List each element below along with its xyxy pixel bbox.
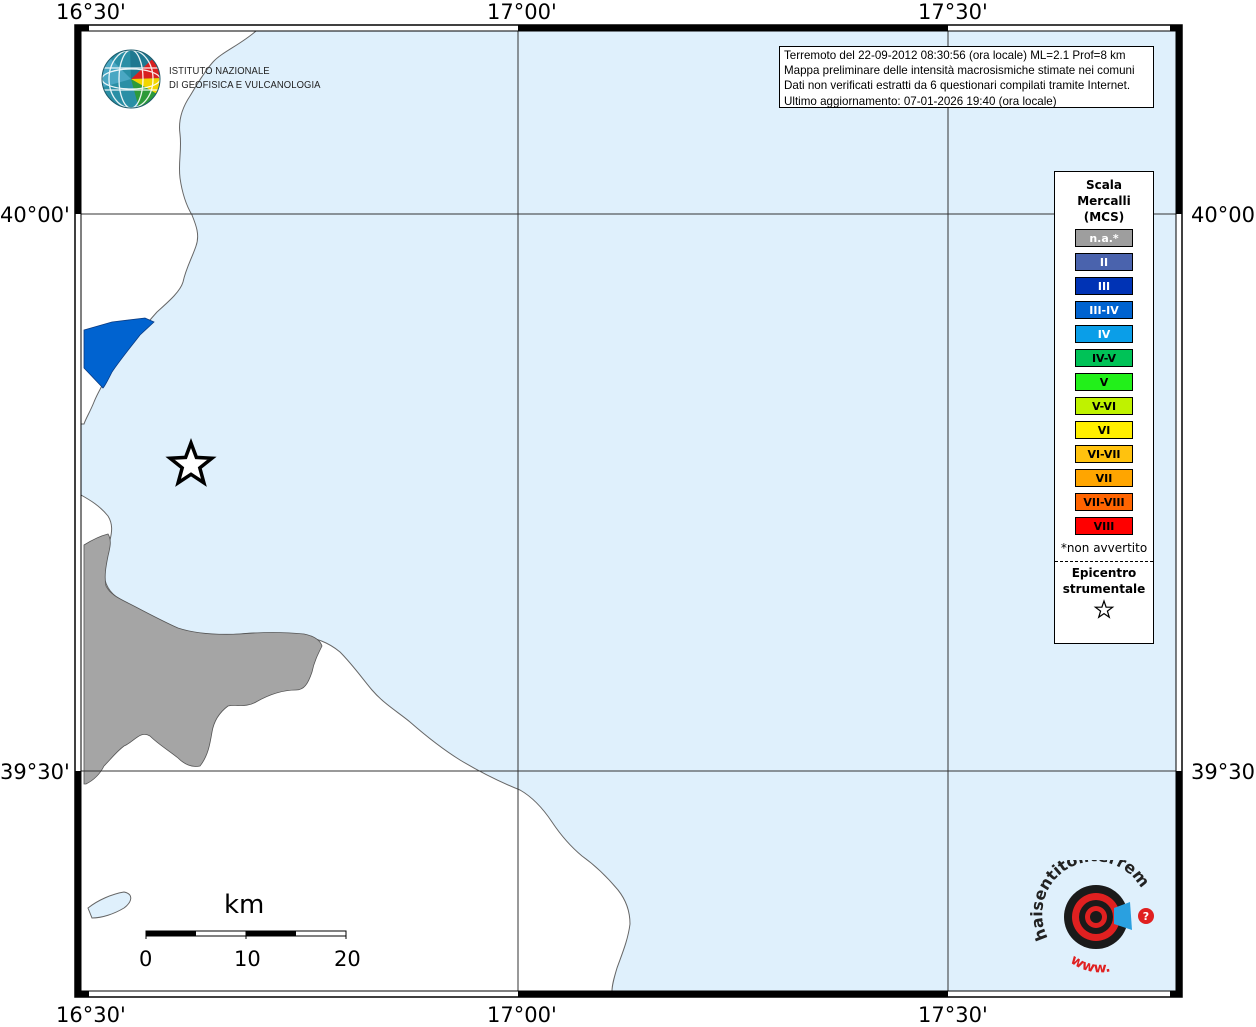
legend-epicenter-label: Epicentro strumentale	[1062, 566, 1146, 596]
coord-left-2: 39°30'	[0, 760, 70, 784]
legend-item-vi: VI	[1075, 421, 1133, 439]
legend-separator	[1055, 561, 1153, 562]
ingv-globe-logo	[101, 49, 161, 109]
legend-item-iv-v: IV-V	[1075, 349, 1133, 367]
event-info-box: Terremoto del 22-09-2012 08:30:56 (ora l…	[779, 46, 1154, 108]
legend-title: Scala Mercalli (MCS)	[1077, 178, 1131, 224]
coord-top-2: 17°00'	[487, 0, 557, 24]
legend-items: n.a.* II III III-IV IV IV-V V V-VI VI VI-VII VII VI…	[1055, 229, 1153, 535]
legend-note: *non avvertito	[1060, 541, 1148, 555]
scale-tick-0: 0	[139, 947, 153, 971]
coord-left-1: 40°00'	[0, 203, 70, 227]
scale-bar-graphic	[145, 930, 347, 939]
coord-bottom-1: 16°30'	[56, 1003, 126, 1027]
hai-sentito-logo: ? haisentitoilterremoto.it www.	[1030, 860, 1154, 977]
scale-tick-10: 10	[234, 947, 261, 971]
legend-item-iii: III	[1075, 277, 1133, 295]
svg-text:?: ?	[1143, 910, 1149, 923]
coord-bottom-2: 17°00'	[487, 1003, 557, 1027]
coord-bottom-3: 17°30'	[918, 1003, 988, 1027]
legend-item-vi-vii: VI-VII	[1075, 445, 1133, 463]
legend-item-viii: VIII	[1075, 517, 1133, 535]
coord-right-1: 40°00'	[1191, 203, 1256, 227]
legend-item-vii-viii: VII-VIII	[1075, 493, 1133, 511]
badge-text-bottom: www.	[1068, 952, 1112, 977]
coord-top-3: 17°30'	[918, 0, 988, 24]
mcs-legend: Scala Mercalli (MCS) n.a.* II III III-IV IV I…	[1054, 171, 1154, 644]
legend-item-iv: IV	[1075, 325, 1133, 343]
legend-item-iii-iv: III-IV	[1075, 301, 1133, 319]
legend-item-v: V	[1075, 373, 1133, 391]
ingv-name: ISTITUTO NAZIONALE DI GEOFISICA E VULCAN…	[169, 64, 337, 92]
legend-item-ii: II	[1075, 253, 1133, 271]
legend-item-n-a: n.a.*	[1075, 229, 1133, 247]
scale-unit: km	[224, 890, 265, 920]
legend-star-icon	[1055, 599, 1153, 625]
event-info-line2: Mappa preliminare delle intensità macros…	[784, 64, 1135, 78]
ingv-name-line2: DI GEOFISICA E VULCANOLOGIA	[169, 79, 321, 91]
legend-item-vii: VII	[1075, 469, 1133, 487]
scale-bar: km 0 10 20	[136, 890, 376, 971]
event-info-line4: Ultimo aggiornamento: 07-01-2026 19:40 (…	[784, 94, 1057, 108]
coord-top-1: 16°30'	[56, 0, 126, 24]
scale-tick-20: 20	[334, 947, 361, 971]
event-info-line3: Dati non verificati estratti da 6 questi…	[784, 79, 1131, 93]
event-info-line1: Terremoto del 22-09-2012 08:30:56 (ora l…	[784, 49, 1126, 62]
legend-item-v-vi: V-VI	[1075, 397, 1133, 415]
ingv-name-line1: ISTITUTO NAZIONALE	[169, 65, 270, 77]
coord-right-2: 39°30'	[1191, 760, 1256, 784]
